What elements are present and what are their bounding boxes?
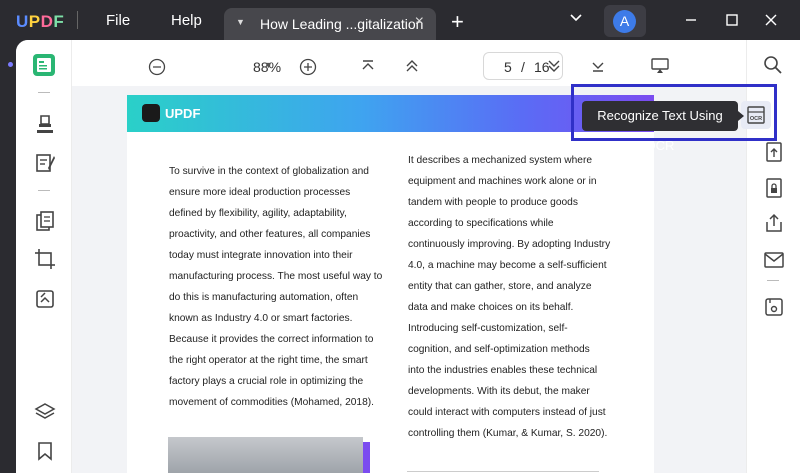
new-tab-button[interactable]: + bbox=[451, 9, 464, 35]
zoom-in-icon[interactable] bbox=[299, 58, 317, 76]
zoom-out-icon[interactable] bbox=[148, 58, 166, 76]
app-logo: UPDF bbox=[16, 12, 65, 31]
text-line: cognition, and self-optimization methods bbox=[408, 344, 590, 355]
text-line: proactivity, and other features, all com… bbox=[169, 229, 371, 240]
view-toolbar: 88% ▼ 5 / 16 bbox=[72, 40, 746, 86]
last-page-icon[interactable] bbox=[591, 59, 605, 73]
rail-divider bbox=[38, 190, 50, 191]
text-line: known as Industry 4.0 or smart factories… bbox=[169, 313, 353, 324]
minimize-icon[interactable] bbox=[683, 12, 699, 28]
share-icon[interactable] bbox=[764, 212, 784, 234]
left-text-column: To survive in the context of globalizati… bbox=[169, 161, 382, 413]
text-line: could interact with computers instead of… bbox=[408, 407, 606, 418]
menu-help[interactable]: Help bbox=[171, 12, 202, 29]
account-button[interactable]: A bbox=[604, 5, 646, 37]
reader-mode-icon[interactable] bbox=[32, 53, 56, 77]
text-line: To survive in the context of globalizati… bbox=[169, 166, 369, 177]
text-line: tandem with people to produce goods bbox=[408, 197, 578, 208]
maximize-icon[interactable] bbox=[724, 12, 740, 28]
text-line: manufacturing process. The most useful w… bbox=[169, 271, 383, 282]
menu-file[interactable]: File bbox=[106, 12, 130, 29]
text-line: continuously improving. By adopting Indu… bbox=[408, 239, 611, 250]
text-line: movement of commodities (Mohamed, 2018). bbox=[169, 397, 374, 408]
comment-highlighter-icon[interactable] bbox=[34, 113, 56, 135]
text-line: Introducing self-customization, self- bbox=[408, 323, 568, 334]
organize-pages-icon[interactable] bbox=[34, 210, 56, 232]
text-line: do this is manufacturing automation, oft… bbox=[169, 292, 359, 303]
close-window-icon[interactable] bbox=[763, 12, 779, 28]
photo-accent-bar bbox=[363, 442, 370, 473]
text-line: ensure more ideal production processes bbox=[169, 187, 351, 198]
text-line: developments. With its debut, the maker bbox=[408, 386, 590, 397]
next-page-icon[interactable] bbox=[547, 59, 561, 73]
text-line: Because it provides the correct informat… bbox=[169, 334, 374, 345]
previous-page-icon[interactable] bbox=[405, 59, 419, 73]
tab-title: How Leading ...gitalization bbox=[260, 16, 424, 32]
page-photo bbox=[168, 437, 363, 473]
avatar: A bbox=[613, 10, 636, 33]
presentation-icon[interactable] bbox=[651, 58, 669, 74]
zoom-dropdown-icon[interactable]: ▼ bbox=[264, 60, 273, 70]
right-text-column: It describes a mechanized system where e… bbox=[408, 150, 610, 444]
text-line: It describes a mechanized system where bbox=[408, 155, 593, 166]
text-line: factory plays a crucial role in optimizi… bbox=[169, 376, 364, 387]
tab-caret-icon[interactable]: ▼ bbox=[236, 17, 245, 27]
text-line: the right operator at the right time, th… bbox=[169, 355, 368, 366]
protect-pdf-icon[interactable] bbox=[764, 141, 784, 163]
rail-divider bbox=[767, 280, 779, 281]
crop-pages-icon[interactable] bbox=[34, 248, 56, 270]
text-line: entity that can gather, store, and analy… bbox=[408, 281, 592, 292]
first-page-icon[interactable] bbox=[361, 59, 375, 73]
text-line: defined by flexibility, agility, adaptab… bbox=[169, 208, 347, 219]
text-line: 4.0, a machine may become a self-suffici… bbox=[408, 260, 607, 271]
current-page: 5 bbox=[504, 59, 512, 75]
left-toolbar bbox=[16, 40, 72, 473]
email-icon[interactable] bbox=[763, 251, 785, 269]
edit-pdf-icon[interactable] bbox=[34, 152, 56, 174]
save-icon[interactable] bbox=[764, 297, 784, 317]
bookmark-icon[interactable] bbox=[36, 441, 54, 461]
ocr-highlight-box bbox=[571, 84, 777, 141]
status-dot bbox=[8, 62, 13, 67]
banner-logo-icon bbox=[142, 104, 160, 122]
document-lock-icon[interactable] bbox=[764, 177, 784, 199]
title-divider bbox=[77, 11, 78, 29]
text-line: into the industries enables these techni… bbox=[408, 365, 598, 376]
page-divider bbox=[407, 471, 599, 472]
rail-divider bbox=[38, 92, 50, 93]
text-line: data and make choices on its behalf. bbox=[408, 302, 574, 313]
document-tab[interactable]: ▼ How Leading ...gitalization × bbox=[224, 8, 436, 40]
page-separator: / bbox=[521, 59, 525, 75]
text-line: equipment and machines work alone or in bbox=[408, 176, 597, 187]
text-line: according to specifications while bbox=[408, 218, 554, 229]
title-bar: UPDF File Help ▼ How Leading ...gitaliza… bbox=[0, 0, 800, 40]
text-line: controlling them (Kumar, & Kumar, S. 202… bbox=[408, 428, 608, 439]
layers-icon[interactable] bbox=[34, 401, 56, 423]
text-line: today must integrate innovation into the… bbox=[169, 250, 353, 261]
banner-logo-text: UPDF bbox=[165, 106, 201, 121]
search-icon[interactable] bbox=[763, 55, 783, 75]
tabs-dropdown-icon[interactable] bbox=[569, 13, 583, 23]
pdf-page: UPDF To survive in the context of global… bbox=[127, 95, 654, 473]
tab-close-icon[interactable]: × bbox=[415, 13, 424, 31]
convert-pdf-icon[interactable] bbox=[34, 288, 56, 310]
